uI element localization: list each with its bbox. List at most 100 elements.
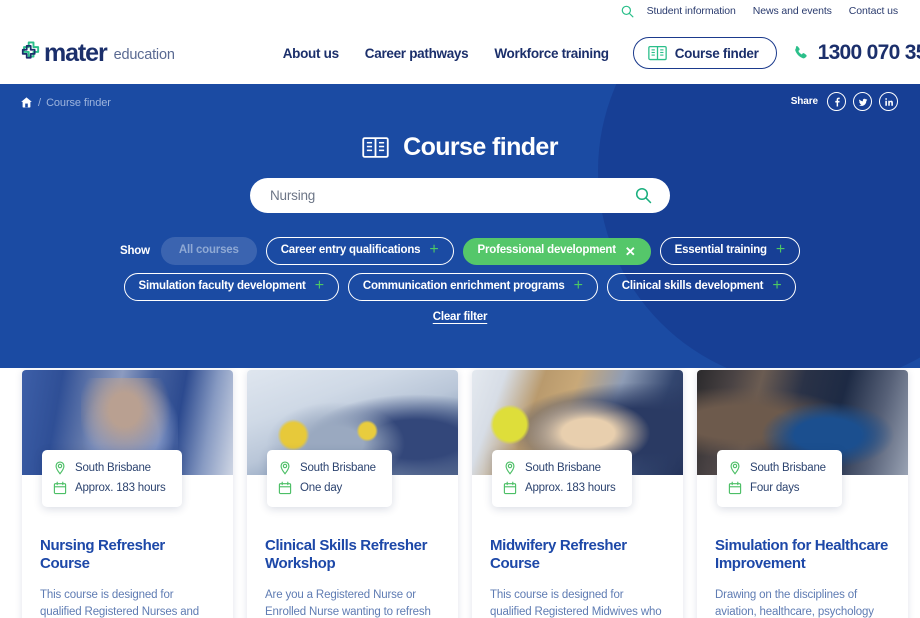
calendar-icon: [278, 481, 292, 495]
breadcrumb-current[interactable]: Course finder: [46, 97, 111, 109]
nav-item-career-pathways[interactable]: Career pathways: [365, 46, 469, 61]
hero-title-row: Course finder: [0, 84, 920, 162]
plus-icon: +: [314, 277, 324, 294]
plus-icon: +: [573, 277, 583, 294]
course-title: Midwifery Refresher Course: [490, 537, 627, 573]
course-location: South Brisbane: [728, 458, 826, 478]
course-description: This course is designed for qualified Re…: [40, 588, 200, 618]
location-pin-icon: [55, 461, 65, 475]
plus-icon: +: [772, 277, 782, 294]
course-duration: Four days: [728, 478, 826, 498]
filter-pill-label: Career entry qualifications: [280, 244, 421, 257]
course-card[interactable]: South Brisbane One day Clinical Skills R…: [247, 370, 458, 618]
location-pin-icon: [280, 461, 290, 475]
course-finder-button[interactable]: Course finder: [632, 37, 777, 69]
course-card[interactable]: South Brisbane Approx. 183 hours Midwife…: [472, 370, 683, 618]
course-results: South Brisbane Approx. 183 hours Nursing…: [0, 368, 920, 618]
search-icon[interactable]: [621, 5, 634, 18]
course-location: South Brisbane: [503, 458, 616, 478]
facebook-share-button[interactable]: [827, 92, 846, 111]
close-icon[interactable]: ✕: [625, 245, 636, 258]
utility-link-contact-us[interactable]: Contact us: [849, 5, 898, 17]
linkedin-share-button[interactable]: [879, 92, 898, 111]
calendar-icon: [728, 481, 742, 495]
course-duration: Approx. 183 hours: [53, 478, 166, 498]
filter-pill-label: Simulation faculty development: [138, 280, 306, 293]
course-duration-text: Approx. 183 hours: [75, 482, 166, 494]
location-pin-icon: [505, 461, 515, 475]
course-description: Drawing on the disciplines of aviation, …: [715, 588, 874, 618]
mater-cross-icon: [21, 41, 40, 59]
course-location: South Brisbane: [53, 458, 166, 478]
show-label: Show: [120, 245, 150, 257]
share-label: Share: [790, 96, 818, 107]
course-title: Simulation for Healthcare Improvement: [715, 537, 888, 573]
course-location-text: South Brisbane: [75, 462, 151, 474]
plus-icon: +: [775, 241, 786, 258]
filter-pill-career-entry-qualifications[interactable]: Career entry qualifications +: [265, 237, 454, 265]
filter-pill-essential-training[interactable]: Essential training +: [659, 237, 801, 265]
twitter-icon: [858, 98, 867, 106]
filter-pill-label: Professional development: [477, 244, 617, 257]
course-duration-text: Approx. 183 hours: [525, 482, 616, 494]
course-description: Are you a Registered Nurse or Enrolled N…: [265, 588, 431, 618]
filter-row-1: Show All courses Career entry qualificat…: [120, 237, 801, 265]
course-card[interactable]: South Brisbane Approx. 183 hours Nursing…: [22, 370, 233, 618]
course-description: This course is designed for qualified Re…: [490, 588, 662, 618]
filter-pill-label: Clinical skills development: [621, 280, 764, 293]
linkedin-icon: [884, 97, 893, 106]
course-duration: Approx. 183 hours: [503, 478, 616, 498]
phone-link[interactable]: 1300 070 350: [792, 41, 920, 65]
site-header: mater education About us Career pathways…: [0, 22, 920, 84]
course-location-text: South Brisbane: [300, 462, 376, 474]
course-location-text: South Brisbane: [525, 462, 601, 474]
facebook-icon: [834, 97, 840, 106]
book-icon: [647, 45, 667, 61]
course-search-bar[interactable]: [250, 178, 670, 213]
home-icon[interactable]: [20, 96, 33, 109]
logo-suffix: education: [113, 47, 175, 63]
twitter-share-button[interactable]: [853, 92, 872, 111]
filter-row-2: Simulation faculty development + Communi…: [123, 273, 797, 301]
phone-number: 1300 070 350: [817, 41, 920, 64]
share-block: Share: [791, 92, 898, 111]
phone-icon: [794, 45, 807, 58]
logo-wordmark: mater: [44, 38, 108, 67]
filter-pill-label: Essential training: [674, 244, 767, 257]
course-title: Clinical Skills Refresher Workshop: [265, 537, 428, 573]
course-location: South Brisbane: [278, 458, 376, 478]
filter-pill-communication-enrichment-programs[interactable]: Communication enrichment programs +: [347, 273, 598, 301]
filter-pill-label: Communication enrichment programs: [362, 280, 565, 293]
filter-pill-all-courses[interactable]: All courses: [160, 237, 257, 265]
course-duration-text: One day: [300, 482, 343, 494]
course-card[interactable]: South Brisbane Four days Simulation for …: [697, 370, 908, 618]
location-pin-icon: [730, 461, 740, 475]
calendar-icon: [53, 481, 67, 495]
breadcrumb: / Course finder: [20, 96, 111, 109]
course-meta: South Brisbane Approx. 183 hours: [492, 450, 632, 507]
filter-pill-professional-development[interactable]: Professional development ✕: [462, 237, 651, 265]
utility-link-news-and-events[interactable]: News and events: [753, 5, 832, 17]
hero-section: / Course finder Share Course finder Nurs…: [0, 84, 920, 368]
search-icon[interactable]: [635, 187, 652, 204]
course-duration-text: Four days: [750, 482, 800, 494]
filter-pill-label: All courses: [178, 244, 239, 257]
breadcrumb-separator: /: [38, 96, 42, 109]
nav-item-workforce-training[interactable]: Workforce training: [494, 46, 609, 61]
filter-pill-clinical-skills-development[interactable]: Clinical skills development +: [606, 273, 797, 301]
book-icon: [362, 137, 389, 158]
course-duration: One day: [278, 478, 376, 498]
clear-filter-link[interactable]: Clear filter: [433, 311, 488, 323]
search-input[interactable]: [270, 188, 635, 203]
nav-item-about-us[interactable]: About us: [283, 46, 339, 61]
course-meta: South Brisbane One day: [267, 450, 392, 507]
course-finder-button-label: Course finder: [674, 45, 759, 61]
page-title: Course finder: [403, 133, 558, 161]
course-meta: South Brisbane Four days: [717, 450, 842, 507]
utility-link-student-information[interactable]: Student information: [647, 5, 736, 17]
filter-pill-simulation-faculty-development[interactable]: Simulation faculty development +: [123, 273, 339, 301]
course-title: Nursing Refresher Course: [40, 537, 165, 573]
utility-nav: Student information News and events Cont…: [0, 0, 920, 22]
plus-icon: +: [429, 241, 439, 258]
logo[interactable]: mater education: [20, 39, 175, 68]
